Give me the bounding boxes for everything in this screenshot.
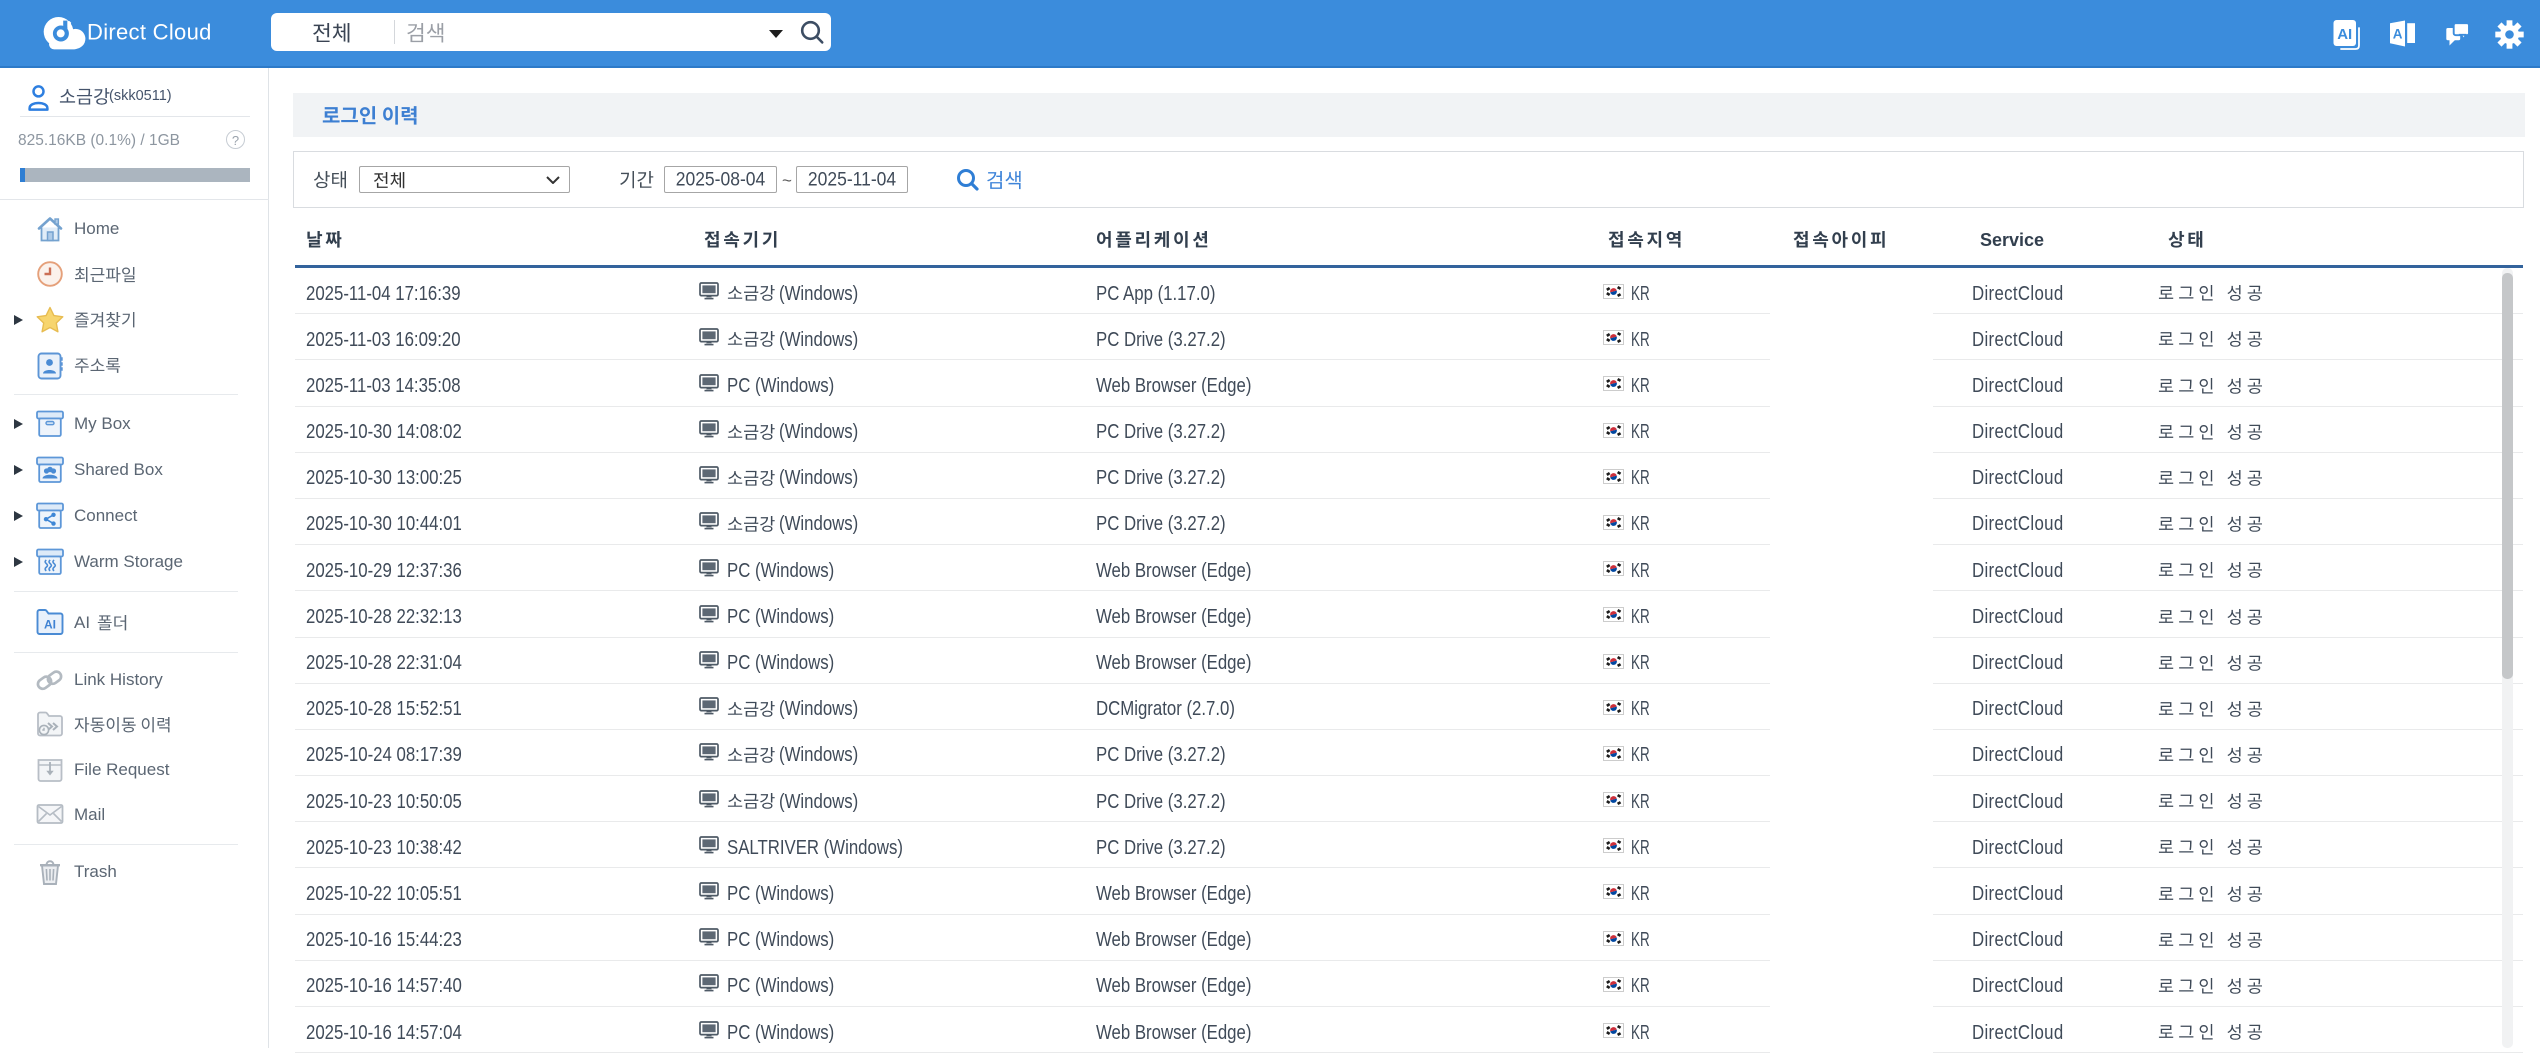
svg-text:AI: AI <box>2337 26 2352 43</box>
svg-text:A: A <box>2393 26 2403 41</box>
svg-text:Direct Cloud: Direct Cloud <box>87 19 212 44</box>
svg-text:AI: AI <box>44 618 56 632</box>
